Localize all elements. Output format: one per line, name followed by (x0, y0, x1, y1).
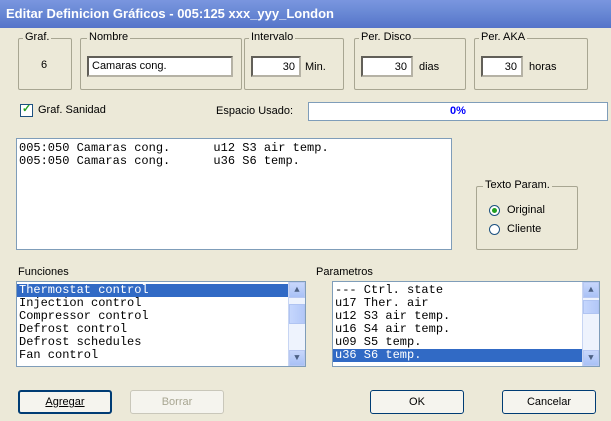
nombre-field[interactable]: Camaras cong. (87, 56, 233, 77)
per-disco-label: Per. Disco (359, 31, 414, 43)
per-aka-group: Per. AKA 30 horas (474, 31, 588, 90)
cancelar-button[interactable]: Cancelar (502, 390, 596, 414)
per-aka-value: 30 (504, 61, 517, 73)
nombre-label: Nombre (87, 31, 131, 43)
funciones-label: Funciones (18, 266, 69, 278)
per-disco-group: Per. Disco 30 dias (354, 31, 466, 90)
espacio-label: Espacio Usado: (216, 105, 294, 117)
per-disco-field[interactable]: 30 (361, 56, 413, 77)
parametros-list[interactable]: --- Ctrl. state u17 Ther. air u12 S3 air… (332, 281, 600, 367)
scroll-up-icon[interactable]: ▲ (289, 282, 305, 298)
agregar-button[interactable]: Agregar (18, 390, 112, 414)
scroll-thumb[interactable] (583, 300, 599, 314)
intervalo-group: Intervalo 30 Min. (244, 31, 344, 90)
per-disco-value: 30 (394, 61, 407, 73)
scroll-down-icon[interactable]: ▼ (583, 350, 599, 366)
per-aka-field[interactable]: 30 (481, 56, 523, 77)
nombre-group: Nombre Camaras cong. (80, 31, 242, 90)
graf-sanidad-label: Graf. Sanidad (38, 104, 106, 116)
intervalo-value: 30 (282, 61, 295, 73)
list-item[interactable]: u36 S6 temp. (333, 349, 599, 362)
check-icon: ✓ (22, 103, 32, 115)
graf-label: Graf. (23, 31, 52, 43)
agregar-label: Agregar (45, 396, 85, 408)
title-bar[interactable]: Editar Definicion Gráficos - 005:125 xxx… (0, 0, 611, 28)
intervalo-unit: Min. (305, 61, 326, 73)
per-aka-label: Per. AKA (479, 31, 528, 43)
espacio-progress: 0% (308, 102, 608, 121)
nombre-value: Camaras cong. (92, 60, 167, 72)
texto-param-group: Texto Param. Original Cliente (476, 179, 578, 250)
per-aka-unit: horas (529, 61, 557, 73)
scroll-thumb[interactable] (289, 304, 305, 324)
parametros-label: Parametros (316, 266, 373, 278)
per-disco-unit: dias (419, 61, 440, 73)
ok-label: OK (409, 396, 425, 408)
funciones-list[interactable]: Thermostat control Injection control Com… (16, 281, 306, 367)
original-radio[interactable] (489, 205, 500, 216)
graf-group: Graf. 6 (18, 31, 72, 90)
list-item[interactable]: Fan control (17, 349, 305, 362)
parametros-scrollbar[interactable]: ▲ ▼ (582, 282, 599, 366)
borrar-button[interactable]: Borrar (130, 390, 224, 414)
selected-params-list[interactable]: 005:050 Camaras cong. u12 S3 air temp. 0… (16, 138, 452, 250)
scroll-down-icon[interactable]: ▼ (289, 350, 305, 366)
graf-sanidad-checkbox[interactable]: ✓ (20, 103, 33, 117)
ok-button[interactable]: OK (370, 390, 464, 414)
texto-param-label: Texto Param. (483, 179, 552, 191)
graf-value: 6 (41, 59, 48, 71)
intervalo-label: Intervalo (249, 31, 296, 43)
original-label: Original (507, 204, 545, 216)
borrar-label: Borrar (161, 396, 193, 408)
window-title: Editar Definicion Gráficos - 005:125 xxx… (6, 6, 335, 21)
list-item[interactable]: 005:050 Camaras cong. u36 S6 temp. (17, 155, 451, 168)
espacio-value: 0% (450, 105, 466, 117)
cliente-label: Cliente (507, 223, 542, 235)
intervalo-field[interactable]: 30 (251, 56, 301, 77)
cancelar-label: Cancelar (526, 396, 572, 408)
funciones-scrollbar[interactable]: ▲ ▼ (288, 282, 305, 366)
scroll-up-icon[interactable]: ▲ (583, 282, 599, 298)
cliente-radio[interactable] (489, 224, 500, 235)
